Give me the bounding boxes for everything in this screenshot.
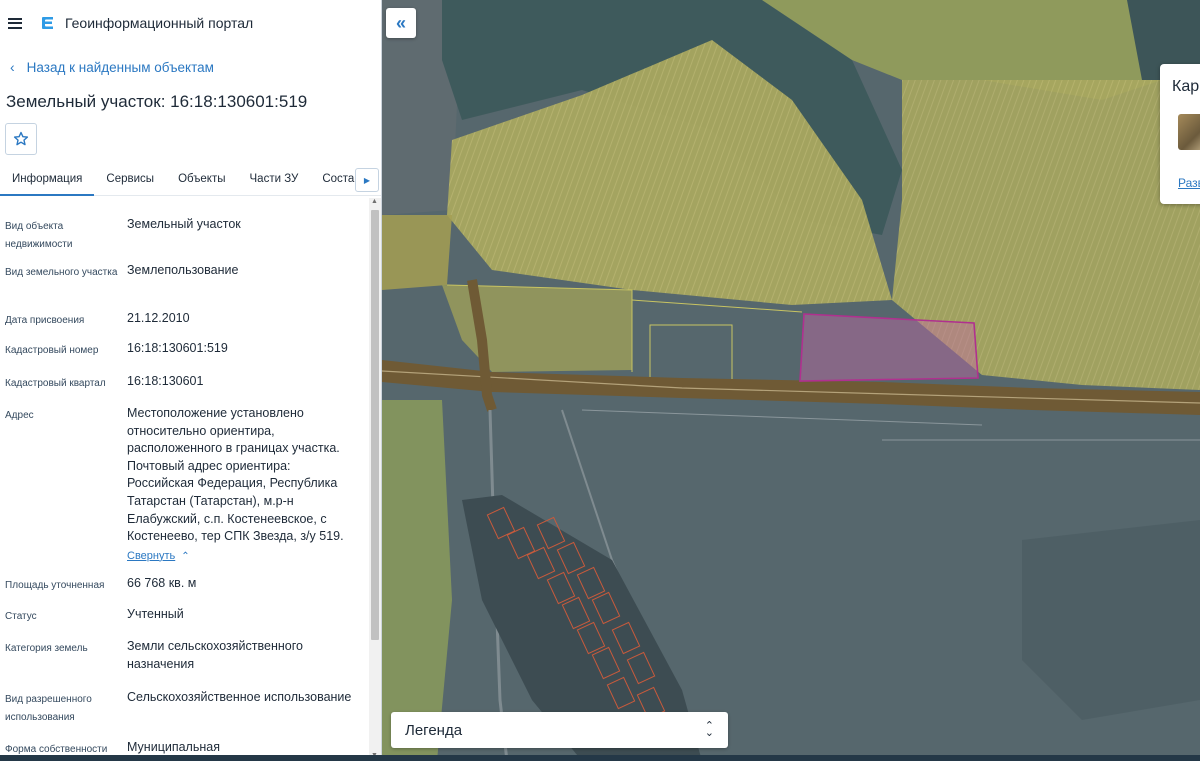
info-row: Кадастровый номер 16:18:130601:519: [0, 340, 368, 360]
info-scrollbar[interactable]: ▲ ▼: [369, 198, 381, 761]
info-row: Статус Учтенный: [0, 606, 368, 626]
menu-icon[interactable]: [8, 17, 22, 29]
map-view[interactable]: « Кар Разв Легенда ⌃⌄: [382, 0, 1200, 761]
chevron-up-icon: ⌃: [181, 550, 190, 562]
back-link-label: Назад к найденным объектам: [26, 59, 214, 75]
field-label: Адрес: [5, 410, 34, 421]
info-list: Вид объекта недвижимости Земельный участ…: [0, 206, 368, 761]
info-row: Кадастровый квартал 16:18:130601: [0, 373, 368, 393]
field-value: 66 768 кв. м: [127, 576, 197, 590]
field-label: Кадастровый номер: [5, 345, 99, 356]
info-panel: Геоинформационный портал ‹ Назад к найде…: [0, 0, 382, 761]
scroll-up-icon[interactable]: ▲: [371, 198, 378, 205]
top-bar: Геоинформационный портал: [0, 0, 381, 46]
tab-bar: Информация Сервисы Объекты Части ЗУ Сост…: [0, 166, 381, 196]
field-value: Землепользование: [127, 263, 239, 277]
collapse-link[interactable]: Свернуть: [127, 550, 175, 562]
back-link[interactable]: ‹ Назад к найденным объектам: [10, 58, 381, 76]
field-label: Кадастровый квартал: [5, 378, 106, 389]
basemap-thumbnail[interactable]: [1178, 114, 1200, 150]
scrollbar-thumb[interactable]: [371, 210, 379, 640]
field-value: Местоположение установлено относительно …: [127, 406, 344, 544]
field-label: Площадь уточненная: [5, 580, 105, 591]
field-label: Вид разрешенного использования: [5, 694, 92, 723]
double-chevron-left-icon: «: [395, 12, 406, 33]
basemap-card[interactable]: Кар Разв: [1160, 64, 1200, 204]
caret-right-icon: ▶: [363, 175, 371, 185]
field-label: Вид земельного участка: [5, 267, 118, 278]
info-row: Вид разрешенного использования Сельскохо…: [0, 689, 368, 727]
field-value: Сельскохозяйственное использование: [127, 690, 352, 704]
field-value: 21.12.2010: [127, 311, 190, 325]
map-canvas[interactable]: [382, 0, 1200, 761]
info-row: Вид земельного участка Землепользование: [0, 262, 368, 282]
field-value: Земельный участок: [127, 217, 241, 231]
field-parcel: [382, 400, 452, 761]
tab-objects[interactable]: Объекты: [166, 166, 237, 196]
info-row: Адрес Местоположение установлено относит…: [0, 405, 368, 565]
field-value: Земли сельскохозяйственного назначения: [127, 639, 303, 671]
field-value: Учтенный: [127, 607, 184, 621]
app-title: Геоинформационный портал: [65, 15, 254, 31]
star-icon: [13, 131, 29, 146]
chevron-up-down-icon: ⌃ ⌄: [704, 720, 714, 739]
field-label: Категория земель: [5, 643, 88, 654]
tabs-scroll-right-button[interactable]: ▶: [355, 168, 379, 192]
address-block: Местоположение установлено относительно …: [127, 405, 368, 565]
tab-services[interactable]: Сервисы: [94, 166, 166, 196]
legend-label: Легенда: [405, 721, 463, 739]
field-value: 16:18:130601: [127, 374, 204, 388]
portal-logo-icon: [42, 17, 53, 29]
field-label: Дата присвоения: [5, 315, 85, 326]
tab-parts[interactable]: Части ЗУ: [238, 166, 311, 196]
collapse-panel-button[interactable]: «: [386, 8, 416, 38]
chevron-left-icon: ‹: [10, 59, 15, 75]
basemap-expand-link[interactable]: Разв: [1178, 176, 1200, 190]
info-row: Вид объекта недвижимости Земельный участ…: [0, 216, 368, 254]
tab-info[interactable]: Информация: [0, 166, 95, 196]
bottom-strip: [0, 755, 1200, 761]
favorite-button[interactable]: [5, 123, 37, 155]
field-parcel: [382, 215, 452, 290]
info-row: Дата присвоения 21.12.2010: [0, 310, 368, 330]
info-row: Категория земель Земли сельскохозяйствен…: [0, 638, 368, 673]
page-title: Земельный участок: 16:18:130601:519: [6, 92, 308, 111]
field-value: 16:18:130601:519: [127, 341, 228, 355]
field-label: Вид объекта недвижимости: [5, 221, 73, 250]
basemap-title: Кар: [1172, 78, 1200, 95]
selected-parcel[interactable]: [799, 313, 979, 382]
legend-dropdown[interactable]: Легенда ⌃ ⌄: [391, 712, 728, 748]
field-label: Статус: [5, 611, 37, 622]
info-row: Площадь уточненная 66 768 кв. м: [0, 575, 368, 595]
